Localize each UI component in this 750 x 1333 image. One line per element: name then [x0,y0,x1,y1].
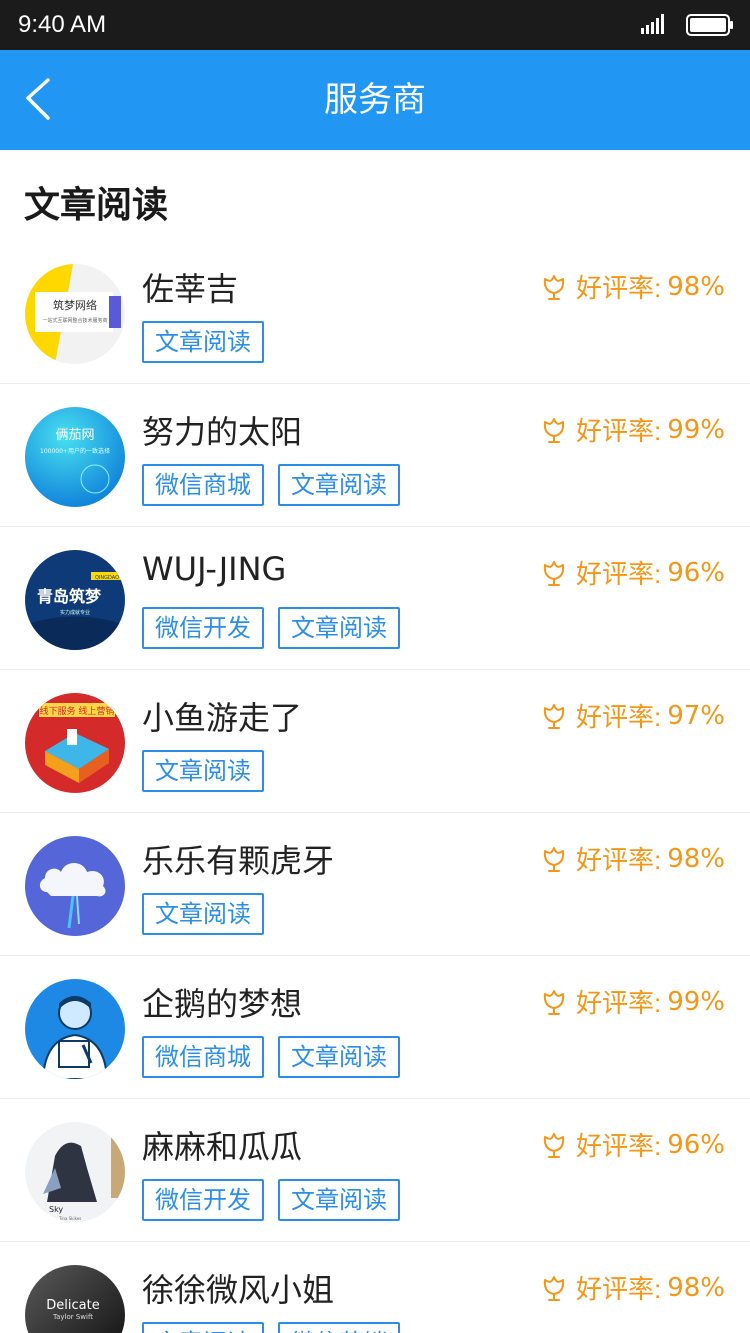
provider-name: 麻麻和瓜瓜 [142,1128,303,1166]
avatar-text: 俩茄网 [55,428,94,443]
service-tag[interactable]: 微信营销 [278,1322,400,1333]
rating-value: 97% [667,700,725,731]
rating-value: 96% [667,557,725,588]
flower-icon [543,989,565,1015]
rating-value: 99% [667,986,725,1017]
chevron-left-icon [26,78,50,120]
list-item[interactable]: 俩茄网 100000+用户的一致选择 努力的太阳 微信商城 文章阅读 好评率: … [0,384,750,527]
avatar: 线下服务 线上营销 [25,693,125,793]
avatar-subtext: 实力成就专业 [60,609,90,616]
list-item[interactable]: Delicate Taylor Swift 徐徐微风小姐 文章阅读 微信营销 好… [0,1242,750,1333]
avatar-subtext: 一站式互联网整合技术服务商 [42,317,107,324]
list-item[interactable]: QINGDAO 青岛筑梦 实力成就专业 WUJ-JING 微信开发 文章阅读 好… [0,527,750,670]
flower-icon [543,417,565,443]
back-button[interactable] [18,74,68,124]
list-item[interactable]: 企鹅的梦想 微信商城 文章阅读 好评率: 99% [0,956,750,1099]
list-item[interactable]: Sky Tina Skikes 麻麻和瓜瓜 微信开发 文章阅读 好评率: 96% [0,1099,750,1242]
tag-list: 文章阅读 [142,750,264,792]
rating-label: 好评率: [575,559,662,589]
tag-list: 文章阅读 [142,893,264,935]
rating-label: 好评率: [575,416,662,446]
service-tag[interactable]: 微信商城 [142,1036,264,1078]
rating-label: 好评率: [575,988,662,1018]
avatar-text: 线下服务 线上营销 [40,705,115,717]
page-title: 服务商 [324,80,426,120]
service-tag[interactable]: 文章阅读 [142,321,264,363]
avatar-subtext: 100000+用户的一致选择 [40,447,110,455]
rating-value: 98% [667,843,725,874]
service-tag[interactable]: 微信商城 [142,464,264,506]
provider-name: 努力的太阳 [142,413,303,451]
service-tag[interactable]: 微信开发 [142,607,264,649]
service-tag[interactable]: 文章阅读 [278,1179,400,1221]
flower-icon [543,703,565,729]
rating-label: 好评率: [575,1274,662,1304]
rating: 好评率: 98% [540,268,725,305]
tag-list: 微信商城 文章阅读 [142,1036,400,1078]
provider-name: 徐徐微风小姐 [142,1271,335,1309]
rating: 好评率: 98% [540,1269,725,1306]
avatar: 俩茄网 100000+用户的一致选择 [25,407,125,507]
rating-value: 98% [667,1272,725,1303]
rating-label: 好评率: [575,702,662,732]
avatar-badge: QINGDAO [95,575,119,581]
avatar: Delicate Taylor Swift [25,1265,125,1333]
service-tag[interactable]: 文章阅读 [142,750,264,792]
status-bar: 9:40 AM [0,0,750,50]
rating-label: 好评率: [575,1131,662,1161]
nav-bar: 服务商 [0,50,750,150]
avatar: 筑梦网络 一站式互联网整合技术服务商 [25,264,125,364]
avatar [25,979,125,1079]
service-tag[interactable]: 文章阅读 [278,464,400,506]
provider-name: WUJ-JING [142,550,287,588]
service-tag[interactable]: 微信开发 [142,1179,264,1221]
provider-name: 乐乐有颗虎牙 [142,842,335,880]
tag-list: 文章阅读 [142,321,264,363]
avatar-text: 青岛筑梦 [37,587,102,606]
rating: 好评率: 96% [540,554,725,591]
avatar: Sky Tina Skikes [25,1122,125,1222]
rating-value: 99% [667,414,725,445]
rating-value: 98% [667,271,725,302]
avatar-text: 筑梦网络 [53,298,97,312]
flower-icon [543,846,565,872]
provider-name: 小鱼游走了 [142,699,303,737]
rating: 好评率: 96% [540,1126,725,1163]
rating: 好评率: 99% [540,983,725,1020]
tag-list: 微信开发 文章阅读 [142,607,400,649]
provider-name: 企鹅的梦想 [142,985,303,1023]
battery-icon [686,14,733,36]
provider-name: 佐莘吉 [142,270,239,308]
section-title: 文章阅读 [24,185,169,226]
rating: 好评率: 99% [540,411,725,448]
avatar-subtext: Tina Skikes [58,1216,81,1221]
tag-list: 文章阅读 微信营销 [142,1322,400,1333]
avatar: QINGDAO 青岛筑梦 实力成就专业 [25,550,125,650]
avatar-text: Delicate [46,1298,99,1313]
flower-icon [543,1275,565,1301]
signal-icon [641,14,664,34]
flower-icon [543,274,565,300]
avatar-subtext: Taylor Swift [52,1313,93,1321]
provider-list: 筑梦网络 一站式互联网整合技术服务商 佐莘吉 文章阅读 好评率: 98% 俩茄网… [0,241,750,1333]
rating: 好评率: 97% [540,697,725,734]
flower-icon [543,1132,565,1158]
rating-label: 好评率: [575,273,662,303]
tag-list: 微信开发 文章阅读 [142,1179,400,1221]
service-tag[interactable]: 文章阅读 [142,1322,264,1333]
rating-value: 96% [667,1129,725,1160]
flower-icon [543,560,565,586]
avatar [25,836,125,936]
list-item[interactable]: 筑梦网络 一站式互联网整合技术服务商 佐莘吉 文章阅读 好评率: 98% [0,241,750,384]
service-tag[interactable]: 文章阅读 [278,1036,400,1078]
status-time: 9:40 AM [18,11,107,38]
rating: 好评率: 98% [540,840,725,877]
list-item[interactable]: 乐乐有颗虎牙 文章阅读 好评率: 98% [0,813,750,956]
tag-list: 微信商城 文章阅读 [142,464,400,506]
service-tag[interactable]: 文章阅读 [278,607,400,649]
list-item[interactable]: 线下服务 线上营销 小鱼游走了 文章阅读 好评率: 97% [0,670,750,813]
rating-label: 好评率: [575,845,662,875]
avatar-text: Sky [49,1205,63,1214]
service-tag[interactable]: 文章阅读 [142,893,264,935]
